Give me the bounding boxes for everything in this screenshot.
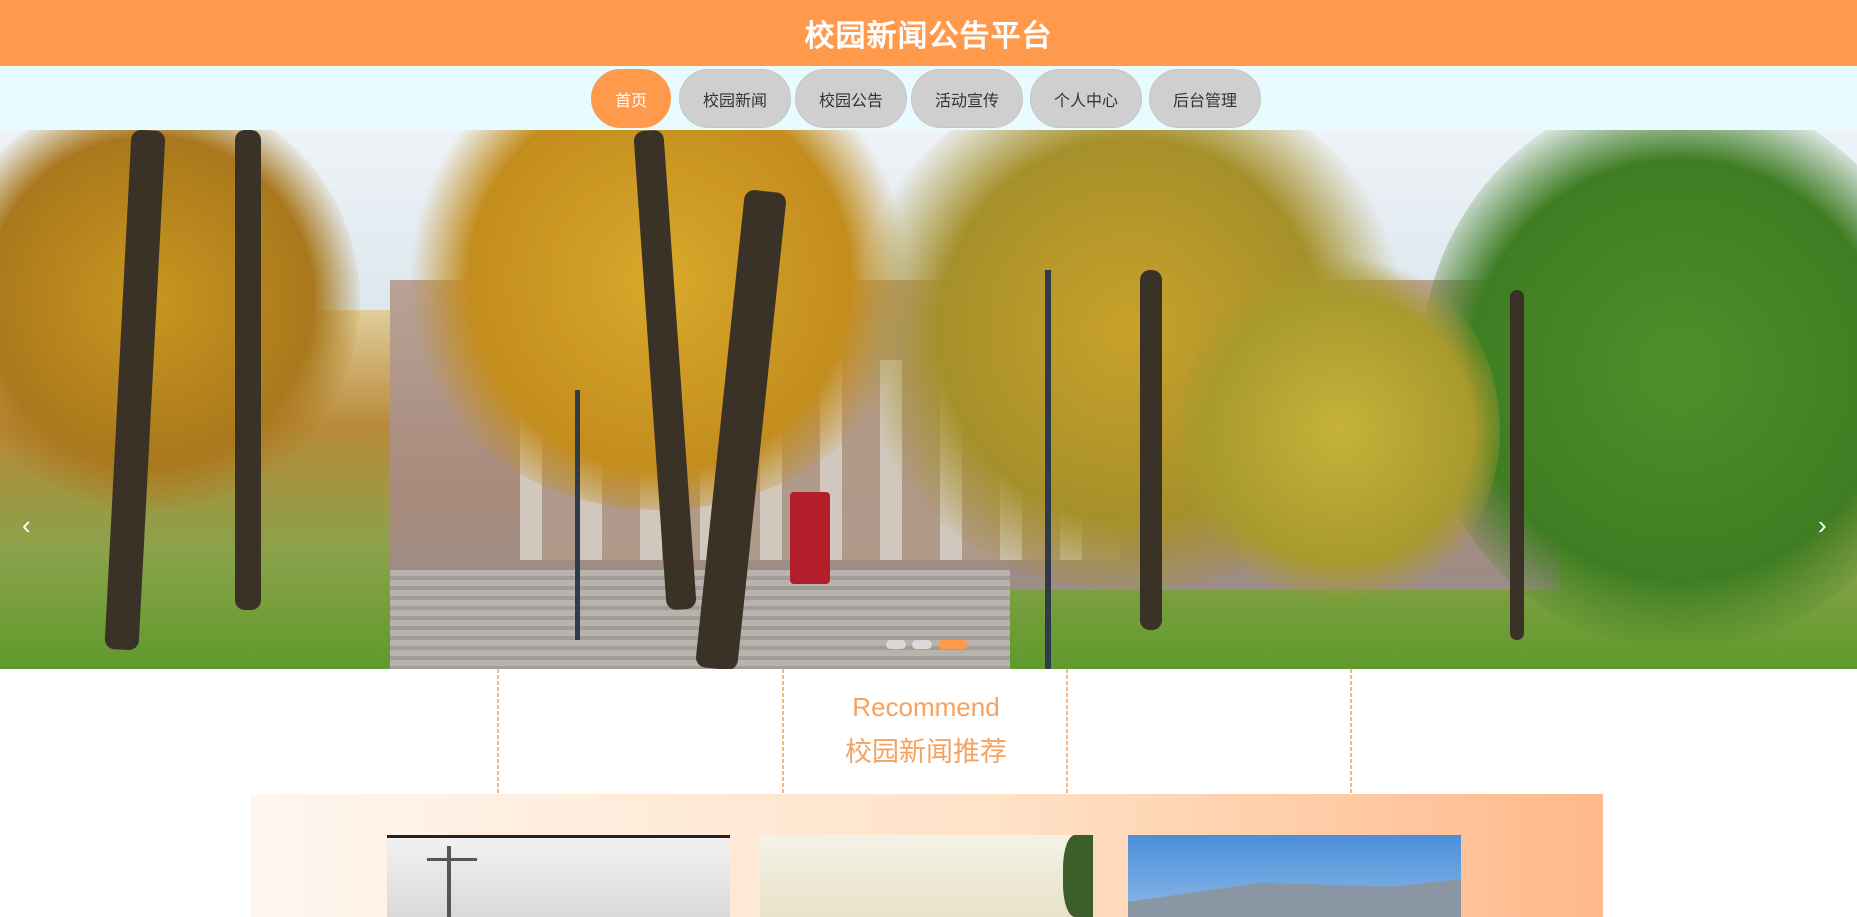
tree-trunk	[235, 130, 261, 610]
banner-flag	[790, 492, 830, 584]
decorative-divider	[1066, 669, 1068, 793]
recommend-title-en: Recommend	[852, 692, 1000, 722]
carousel-dot[interactable]	[886, 640, 906, 649]
lamp-post	[575, 390, 580, 640]
decorative-divider	[1350, 669, 1352, 793]
nav-item-home[interactable]: 首页	[591, 69, 671, 128]
recommend-title-cn: 校园新闻推荐	[845, 737, 1007, 767]
carousel-dot-active[interactable]	[938, 640, 968, 649]
nav-item-personal-center[interactable]: 个人中心	[1030, 69, 1142, 128]
tree-foliage	[0, 130, 360, 510]
main-nav: 首页 校园新闻 校园公告 活动宣传 个人中心 后台管理	[0, 66, 1857, 130]
site-title: 校园新闻公告平台	[804, 20, 1053, 53]
nav-item-campus-notices[interactable]: 校园公告	[795, 69, 907, 128]
nav-item-campus-news[interactable]: 校园新闻	[679, 69, 791, 128]
roof-shape	[1128, 879, 1461, 917]
crane-arm-shape	[427, 858, 477, 861]
nav-item-activity-promo[interactable]: 活动宣传	[911, 69, 1023, 128]
banner-carousel[interactable]: ‹ ›	[0, 130, 1857, 669]
top-header: 校园新闻公告平台	[0, 0, 1857, 66]
nav-item-admin[interactable]: 后台管理	[1149, 69, 1261, 128]
news-card-image[interactable]	[387, 835, 730, 917]
decorative-divider	[497, 669, 499, 793]
carousel-next-icon[interactable]: ›	[1818, 510, 1827, 541]
news-card-image[interactable]	[1128, 835, 1461, 917]
decorative-divider	[782, 669, 784, 793]
crane-shape	[447, 846, 451, 917]
tree-shape	[1063, 835, 1093, 917]
tree-foliage	[1180, 250, 1500, 610]
news-card-image[interactable]	[760, 835, 1093, 917]
lamp-post	[1045, 270, 1051, 669]
carousel-prev-icon[interactable]: ‹	[22, 510, 31, 541]
tree-trunk	[1510, 290, 1524, 640]
tree-trunk	[1140, 270, 1162, 630]
carousel-dot[interactable]	[912, 640, 932, 649]
carousel-indicators	[0, 640, 1857, 650]
